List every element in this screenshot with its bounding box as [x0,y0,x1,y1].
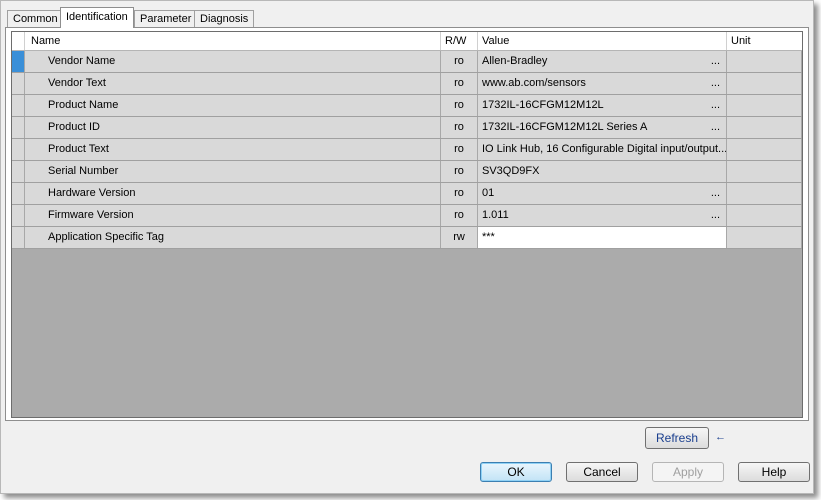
identification-grid[interactable]: Name R/W Value Unit Vendor Name ro Allen-B… [11,31,803,418]
table-row[interactable]: Product Name ro 1732IL-16CFGM12M12L... [12,95,802,117]
row-value-text: SV3QD9FX [482,165,540,177]
tab-diagnosis[interactable]: Diagnosis [194,10,255,27]
browse-ellipsis-button[interactable]: ... [711,117,720,138]
row-value-text: IO Link Hub, 16 Configurable Digital inp… [482,143,727,155]
row-value-text: *** [482,231,495,243]
table-row[interactable]: Product Text ro IO Link Hub, 16 Configurab… [12,139,802,161]
header-value[interactable]: Value [478,32,727,50]
grid-rows: Vendor Name ro Allen-Bradley... Vendor Text… [12,51,802,249]
table-row[interactable]: Firmware Version ro 1.011... [12,205,802,227]
row-selector[interactable] [12,51,25,72]
row-selector[interactable] [12,183,25,204]
row-value-input[interactable]: *** [478,227,727,248]
identification-panel: Name R/W Value Unit Vendor Name ro Allen-B… [5,27,809,421]
row-name: Product Text [25,139,441,160]
tab-parameter[interactable]: Parameter [134,10,198,27]
table-row[interactable]: Product ID ro 1732IL-16CFGM12M12L Series A… [12,117,802,139]
header-rw[interactable]: R/W [441,32,478,50]
row-access: ro [441,95,478,116]
row-name: Vendor Text [25,73,441,94]
header-name[interactable]: Name [25,32,441,50]
row-selector[interactable] [12,95,25,116]
row-access: ro [441,51,478,72]
header-selector [12,32,25,50]
row-value: IO Link Hub, 16 Configurable Digital inp… [478,139,727,160]
row-unit [727,117,802,138]
row-unit [727,95,802,116]
row-access: ro [441,73,478,94]
row-value: 01... [478,183,727,204]
ok-button[interactable]: OK [480,462,552,482]
row-value: www.ab.com/sensors... [478,73,727,94]
row-unit [727,227,802,248]
grid-header: Name R/W Value Unit [12,32,802,51]
table-row[interactable]: Application Specific Tag rw *** [12,227,802,249]
table-row[interactable]: Vendor Text ro www.ab.com/sensors... [12,73,802,95]
row-access: ro [441,117,478,138]
row-value: 1732IL-16CFGM12M12L... [478,95,727,116]
row-unit [727,161,802,182]
row-unit [727,139,802,160]
row-unit [727,183,802,204]
cancel-button[interactable]: Cancel [566,462,638,482]
row-access: ro [441,183,478,204]
row-value: 1732IL-16CFGM12M12L Series A... [478,117,727,138]
row-value: 1.011... [478,205,727,226]
row-access: ro [441,161,478,182]
arrow-left-icon: ← [715,431,726,443]
header-unit[interactable]: Unit [727,32,802,50]
table-row[interactable]: Serial Number ro SV3QD9FX [12,161,802,183]
browse-ellipsis-button[interactable]: ... [711,51,720,72]
row-selector[interactable] [12,117,25,138]
row-value: SV3QD9FX [478,161,727,182]
row-selector[interactable] [12,139,25,160]
tab-identification[interactable]: Identification [60,7,134,28]
row-name: Product Name [25,95,441,116]
row-name: Application Specific Tag [25,227,441,248]
row-unit [727,205,802,226]
row-access: rw [441,227,478,248]
browse-ellipsis-button[interactable]: ... [711,183,720,204]
row-name: Serial Number [25,161,441,182]
row-value-text: 1.011 [482,209,509,221]
row-name: Product ID [25,117,441,138]
table-row[interactable]: Vendor Name ro Allen-Bradley... [12,51,802,73]
row-name: Hardware Version [25,183,441,204]
row-value-text: www.ab.com/sensors [482,77,586,89]
browse-ellipsis-button[interactable]: ... [711,73,720,94]
row-value-text: 1732IL-16CFGM12M12L [482,99,604,111]
row-selector[interactable] [12,227,25,248]
browse-ellipsis-button[interactable]: ... [711,95,720,116]
browse-ellipsis-button[interactable]: ... [711,205,720,226]
row-value-text: Allen-Bradley [482,55,548,67]
row-selector[interactable] [12,73,25,94]
row-selector[interactable] [12,161,25,182]
help-button[interactable]: Help [738,462,810,482]
tab-common[interactable]: Common [7,10,64,27]
row-access: ro [441,205,478,226]
row-unit [727,73,802,94]
row-name: Vendor Name [25,51,441,72]
row-value-text: 1732IL-16CFGM12M12L Series A [482,121,648,133]
apply-button[interactable]: Apply [652,462,724,482]
row-name: Firmware Version [25,205,441,226]
row-value-text: 01 [482,187,495,199]
refresh-button[interactable]: Refresh [645,427,709,449]
row-value: Allen-Bradley... [478,51,727,72]
row-unit [727,51,802,72]
row-selector[interactable] [12,205,25,226]
row-access: ro [441,139,478,160]
table-row[interactable]: Hardware Version ro 01... [12,183,802,205]
device-properties-dialog: Common Identification Parameter Diagnosi… [0,0,814,494]
